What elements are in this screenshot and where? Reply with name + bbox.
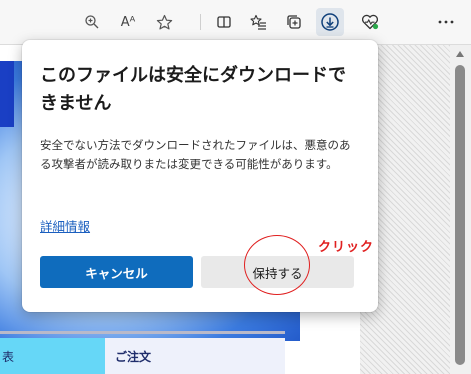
keep-button[interactable]: 保持する [201, 256, 354, 288]
download-warning-dialog: このファイルは安全にダウンロードできません 安全でない方法でダウンロードされたフ… [22, 40, 378, 312]
banner-divider [0, 331, 285, 334]
click-annotation-label: クリック [318, 240, 375, 255]
downloads-icon[interactable] [316, 8, 344, 36]
toolbar-divider [200, 14, 201, 30]
browser-toolbar: Aᴬ [0, 0, 471, 45]
collections-icon[interactable] [280, 8, 308, 36]
zoom-icon[interactable] [78, 8, 106, 36]
favorite-star-icon[interactable] [150, 8, 178, 36]
vertical-scrollbar[interactable] [450, 45, 471, 374]
scroll-up-arrow-icon[interactable] [456, 51, 464, 57]
page-tab-order[interactable]: ご注文 [105, 338, 285, 374]
split-screen-icon[interactable] [210, 8, 238, 36]
read-aloud-icon[interactable]: Aᴬ [114, 8, 142, 36]
more-icon[interactable] [432, 8, 460, 36]
scrollbar-thumb[interactable] [455, 65, 465, 365]
learn-more-link[interactable]: 詳細情報 [40, 216, 90, 235]
favorites-list-icon[interactable] [244, 8, 272, 36]
page-tab-left[interactable]: 表 [0, 338, 105, 374]
browser-essentials-icon[interactable] [356, 8, 384, 36]
dialog-message: 安全でない方法でダウンロードされたファイルは、悪意のある攻撃者が読み取りまたは変… [40, 138, 351, 171]
banner-strip [0, 61, 14, 127]
cancel-button[interactable]: キャンセル [40, 256, 193, 288]
dialog-title: このファイルは安全にダウンロードできません [40, 65, 346, 114]
